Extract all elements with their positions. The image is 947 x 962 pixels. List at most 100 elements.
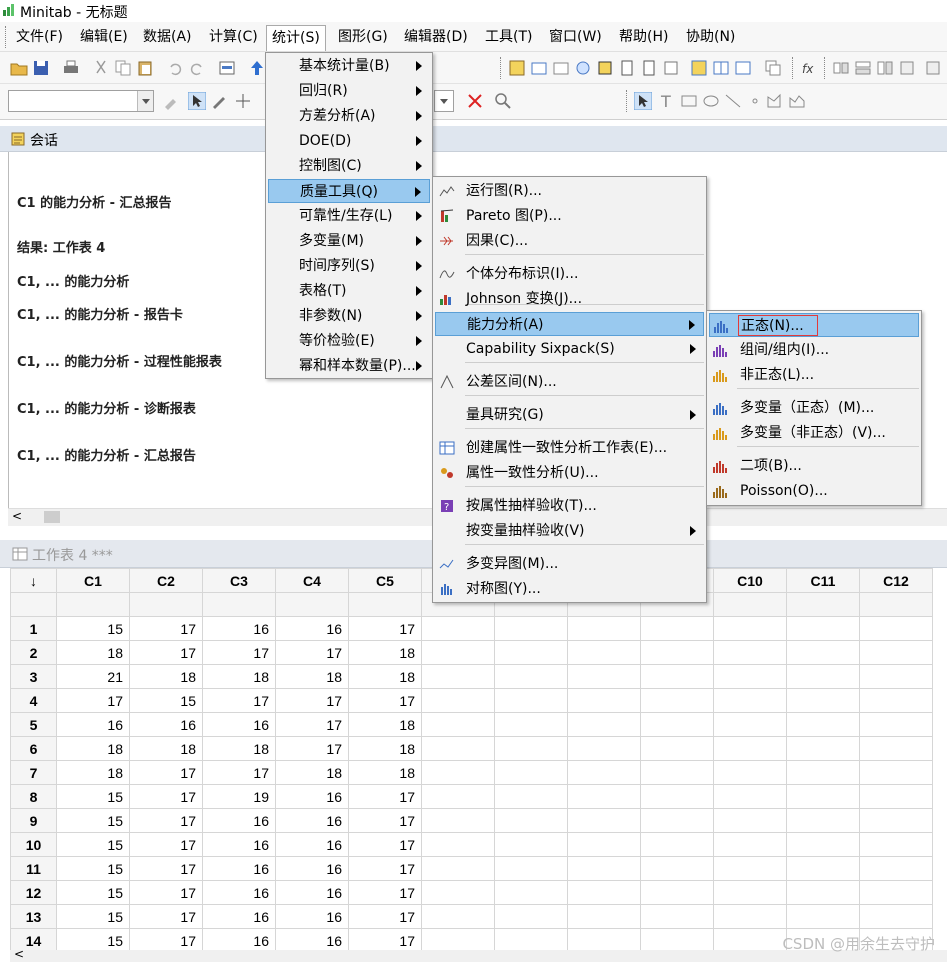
data-cell[interactable]: 15 bbox=[56, 904, 130, 929]
data-cell[interactable]: 16 bbox=[202, 928, 276, 950]
select-arrow-icon[interactable] bbox=[188, 92, 206, 110]
data-cell[interactable] bbox=[859, 808, 933, 833]
column-name-cell[interactable] bbox=[859, 592, 933, 617]
stat-menu-item[interactable]: 表格(T) bbox=[268, 279, 430, 303]
session-window-header[interactable]: 会话 bbox=[0, 126, 947, 152]
data-cell[interactable]: 16 bbox=[275, 616, 349, 641]
data-cell[interactable] bbox=[859, 784, 933, 809]
capability-menu-item[interactable]: 多变量（正态）(M)... bbox=[709, 396, 919, 420]
data-cell[interactable] bbox=[859, 616, 933, 641]
row-header[interactable]: 11 bbox=[10, 856, 57, 881]
quality-menu-item[interactable]: 因果(C)... bbox=[435, 229, 704, 253]
data-cell[interactable] bbox=[494, 856, 568, 881]
pointer-tool-icon[interactable] bbox=[634, 92, 652, 110]
data-cell[interactable] bbox=[494, 784, 568, 809]
data-cell[interactable]: 15 bbox=[56, 880, 130, 905]
worksheet-selector[interactable] bbox=[8, 90, 154, 112]
undo-icon[interactable] bbox=[166, 59, 184, 77]
data-cell[interactable]: 17 bbox=[348, 784, 422, 809]
column-header[interactable]: C2 bbox=[129, 568, 203, 593]
data-cell[interactable] bbox=[859, 856, 933, 881]
data-cell[interactable] bbox=[494, 928, 568, 950]
brush-icon[interactable] bbox=[162, 92, 180, 110]
data-cell[interactable] bbox=[421, 880, 495, 905]
data-cell[interactable] bbox=[494, 616, 568, 641]
stat-menu-item[interactable]: 多变量(M) bbox=[268, 229, 430, 253]
history-icon[interactable] bbox=[596, 59, 614, 77]
data-cell[interactable]: 17 bbox=[348, 928, 422, 950]
data-cell[interactable] bbox=[640, 832, 714, 857]
row-header[interactable]: 10 bbox=[10, 832, 57, 857]
selector-dropdown-button[interactable] bbox=[137, 91, 153, 111]
data-cell[interactable]: 18 bbox=[348, 760, 422, 785]
quality-menu-item[interactable]: Pareto 图(P)... bbox=[435, 204, 704, 228]
data-cell[interactable]: 17 bbox=[275, 736, 349, 761]
data-cell[interactable]: 17 bbox=[129, 928, 203, 950]
data-cell[interactable] bbox=[640, 616, 714, 641]
data-cell[interactable]: 17 bbox=[129, 856, 203, 881]
insert-columns-icon[interactable] bbox=[876, 59, 894, 77]
data-cell[interactable] bbox=[786, 712, 860, 737]
up-arrow-icon[interactable] bbox=[248, 59, 266, 77]
data-cell[interactable] bbox=[713, 616, 787, 641]
data-cell[interactable] bbox=[567, 856, 641, 881]
data-cell[interactable] bbox=[494, 808, 568, 833]
data-cell[interactable] bbox=[421, 808, 495, 833]
scroll-left-button[interactable]: < bbox=[12, 509, 22, 523]
capability-menu-item[interactable]: 非正态(L)... bbox=[709, 363, 919, 387]
data-cell[interactable]: 18 bbox=[275, 664, 349, 689]
row-header[interactable]: 7 bbox=[10, 760, 57, 785]
data-cell[interactable] bbox=[859, 688, 933, 713]
data-cell[interactable] bbox=[421, 688, 495, 713]
data-cell[interactable]: 21 bbox=[56, 664, 130, 689]
data-cell[interactable] bbox=[494, 832, 568, 857]
cascade-icon[interactable] bbox=[764, 59, 782, 77]
data-cell[interactable] bbox=[786, 616, 860, 641]
data-cell[interactable] bbox=[494, 640, 568, 665]
menu-editor[interactable]: 编辑器(D) bbox=[402, 27, 470, 49]
data-cell[interactable]: 17 bbox=[129, 760, 203, 785]
data-cell[interactable] bbox=[640, 688, 714, 713]
data-cell[interactable]: 15 bbox=[56, 928, 130, 950]
data-cell[interactable]: 17 bbox=[129, 616, 203, 641]
row-header[interactable]: 3 bbox=[10, 664, 57, 689]
formula-icon[interactable]: fx bbox=[800, 59, 818, 77]
data-cell[interactable]: 16 bbox=[129, 712, 203, 737]
data-cell[interactable] bbox=[494, 736, 568, 761]
capability-menu-item[interactable]: 组间/组内(I)... bbox=[709, 338, 919, 362]
session-window-icon[interactable] bbox=[218, 59, 236, 77]
capability-menu-item[interactable]: 正态(N)... bbox=[709, 313, 919, 337]
data-cell[interactable]: 17 bbox=[129, 808, 203, 833]
data-cell[interactable]: 17 bbox=[129, 904, 203, 929]
stat-menu-item[interactable]: 可靠性/生存(L) bbox=[268, 204, 430, 228]
pen-icon[interactable] bbox=[210, 92, 228, 110]
data-cell[interactable]: 16 bbox=[275, 880, 349, 905]
data-cell[interactable] bbox=[786, 880, 860, 905]
data-cell[interactable]: 18 bbox=[275, 760, 349, 785]
data-cell[interactable] bbox=[567, 616, 641, 641]
row-header[interactable]: 12 bbox=[10, 880, 57, 905]
column-name-cell[interactable] bbox=[129, 592, 203, 617]
data-cell[interactable]: 16 bbox=[202, 832, 276, 857]
data-cell[interactable]: 16 bbox=[275, 904, 349, 929]
data-cell[interactable]: 15 bbox=[56, 856, 130, 881]
text-tool-icon[interactable]: T bbox=[658, 92, 676, 110]
data-cell[interactable] bbox=[786, 760, 860, 785]
data-cell[interactable] bbox=[567, 760, 641, 785]
data-cell[interactable]: 17 bbox=[275, 640, 349, 665]
quality-menu-item[interactable]: 按变量抽样验收(V) bbox=[435, 519, 704, 543]
project-manager-icon[interactable] bbox=[508, 59, 526, 77]
stat-menu-item[interactable]: 等价检验(E) bbox=[268, 329, 430, 353]
copy-icon[interactable] bbox=[114, 59, 132, 77]
quality-menu-item[interactable]: 个体分布标识(I)... bbox=[435, 262, 704, 286]
data-cell[interactable] bbox=[713, 736, 787, 761]
data-cell[interactable] bbox=[859, 880, 933, 905]
row-header[interactable]: 8 bbox=[10, 784, 57, 809]
stat-menu-item[interactable]: 方差分析(A) bbox=[268, 104, 430, 128]
data-cell[interactable] bbox=[567, 736, 641, 761]
rectangle-tool-icon[interactable] bbox=[680, 92, 698, 110]
capability-menu-item[interactable]: 多变量（非正态）(V)... bbox=[709, 421, 919, 445]
data-cell[interactable] bbox=[567, 640, 641, 665]
quality-menu-item[interactable]: Capability Sixpack(S) bbox=[435, 337, 704, 361]
data-cell[interactable] bbox=[713, 808, 787, 833]
